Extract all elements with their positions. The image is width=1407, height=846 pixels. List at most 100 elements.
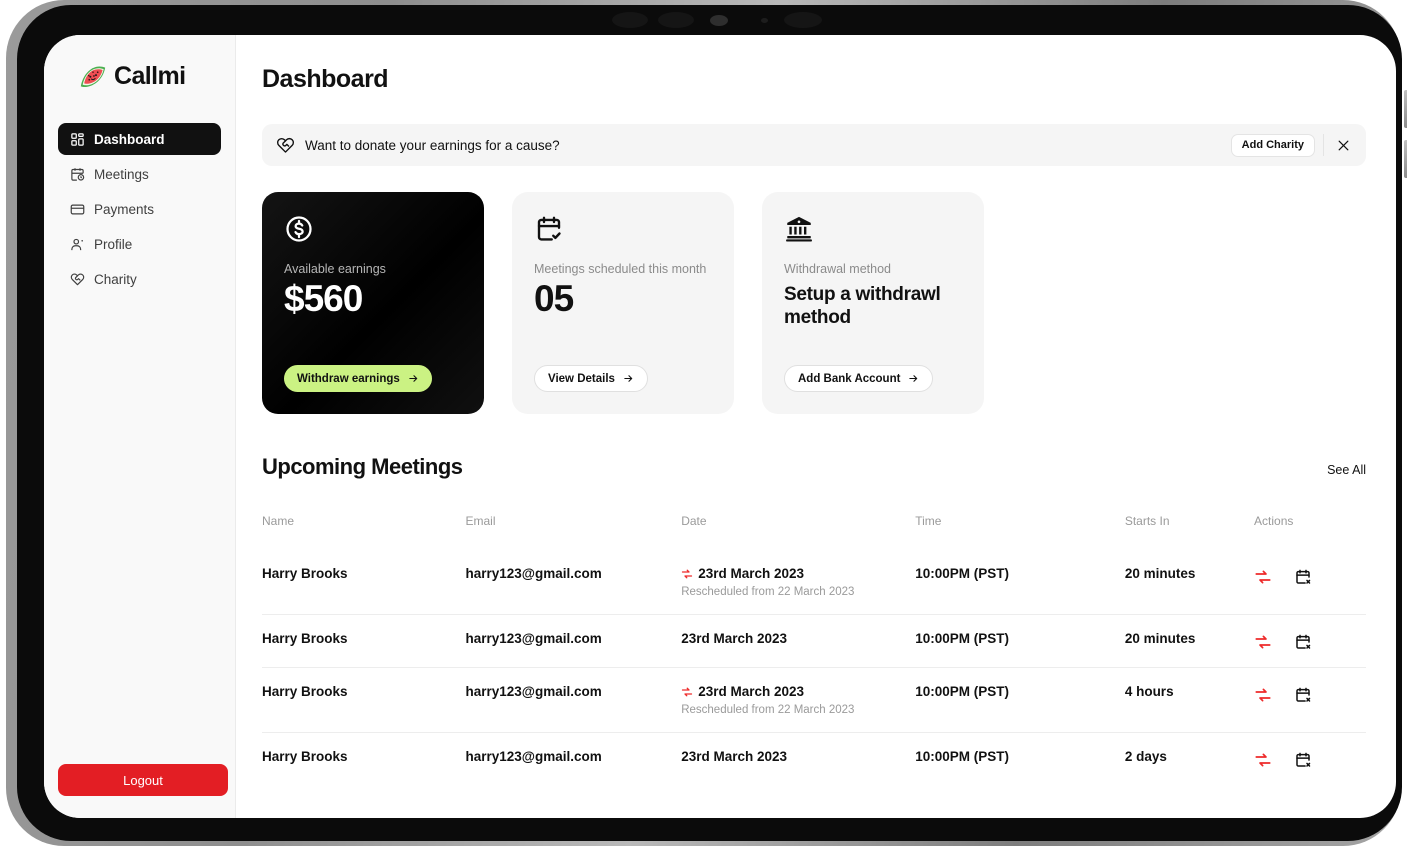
- tablet-device-frame: Callmi Dashboard Meetings Payments Profi…: [6, 0, 1407, 846]
- cell-time: 10:00PM (PST): [915, 667, 1125, 733]
- calendar-clock-icon: [69, 166, 85, 182]
- column-header-time: Time: [915, 514, 942, 528]
- upcoming-meetings-table: Name Email Date Time Starts In Actions H…: [262, 514, 1366, 785]
- reschedule-icon[interactable]: [1254, 568, 1272, 586]
- date-value: 23rd March 2023: [681, 631, 788, 646]
- column-header-email: Email: [465, 514, 496, 528]
- cell-starts-in: 4 hours: [1124, 667, 1255, 733]
- button-label: View Details: [548, 372, 615, 385]
- sidebar-nav: Dashboard Meetings Payments Profile Char…: [58, 123, 221, 295]
- divider: [1323, 134, 1324, 156]
- cell-actions: [1254, 550, 1366, 615]
- cell-actions: [1254, 733, 1366, 786]
- watermelon-slice-icon: [78, 61, 108, 91]
- brand-logo-group[interactable]: Callmi: [58, 35, 221, 91]
- add-bank-account-button[interactable]: Add Bank Account: [784, 365, 934, 392]
- cell-name: Harry Brooks: [262, 614, 466, 668]
- row-actions: [1254, 566, 1366, 586]
- cancel-meeting-icon[interactable]: [1294, 633, 1312, 651]
- card-label: Available earnings: [284, 262, 386, 276]
- cell-time: 10:00PM (PST): [915, 749, 1009, 764]
- column-header-date: Date: [681, 514, 707, 528]
- sidebar-item-payments[interactable]: Payments: [58, 193, 221, 225]
- dollar-coin-icon: [284, 214, 314, 244]
- tablet-screen: Callmi Dashboard Meetings Payments Profi…: [44, 35, 1396, 818]
- button-label: Withdraw earnings: [297, 372, 400, 385]
- camera-sensor-icon: [612, 12, 648, 28]
- reschedule-note: Rescheduled from 22 March 2023: [681, 586, 855, 598]
- table-row[interactable]: Harry Brooks harry123@gmail.com 23rd Mar…: [262, 614, 1366, 668]
- heart-handshake-icon: [276, 136, 295, 155]
- row-actions: [1254, 631, 1366, 651]
- reschedule-icon: [681, 568, 693, 580]
- table-row[interactable]: Harry Brooks harry123@gmail.com 23rd Mar…: [262, 667, 1366, 733]
- light-sensor-icon: [761, 18, 768, 23]
- button-label: Add Bank Account: [798, 372, 901, 385]
- cell-email: harry123@gmail.com: [465, 667, 682, 733]
- column-header-starts-in: Starts In: [1124, 514, 1170, 528]
- cancel-meeting-icon[interactable]: [1294, 686, 1312, 704]
- sidebar-item-label: Dashboard: [94, 131, 165, 147]
- cell-date: 23rd March 2023: [681, 733, 915, 786]
- see-all-link[interactable]: See All: [1327, 463, 1366, 480]
- cell-actions: [1254, 667, 1366, 733]
- cancel-meeting-icon[interactable]: [1294, 568, 1312, 586]
- credit-card-icon: [69, 201, 85, 217]
- heart-handshake-icon: [69, 271, 85, 287]
- sidebar-item-profile[interactable]: Profile: [58, 228, 221, 260]
- brand-name: Callmi: [114, 61, 186, 90]
- cell-time: 10:00PM (PST): [915, 614, 1125, 668]
- date-value-group: 23rd March 2023: [681, 566, 891, 581]
- calendar-check-icon: [534, 214, 564, 244]
- add-charity-button[interactable]: Add Charity: [1230, 133, 1315, 157]
- camera-sensor-icon: [658, 12, 694, 28]
- grid-icon: [69, 131, 85, 147]
- sidebar-item-charity[interactable]: Charity: [58, 263, 221, 295]
- row-actions: [1254, 684, 1366, 704]
- card-label: Meetings scheduled this month: [534, 262, 707, 276]
- sidebar-item-label: Meetings: [94, 166, 149, 182]
- date-value-group: 23rd March 2023: [681, 749, 891, 764]
- sidebar-item-label: Charity: [94, 271, 137, 287]
- withdraw-earnings-button[interactable]: Withdraw earnings: [284, 365, 432, 392]
- sidebar-item-dashboard[interactable]: Dashboard: [58, 123, 221, 155]
- camera-sensor-icon: [784, 12, 822, 28]
- cell-actions: [1254, 614, 1366, 668]
- close-icon[interactable]: [1330, 132, 1356, 158]
- meetings-header: Upcoming Meetings See All: [262, 454, 1366, 480]
- reschedule-icon[interactable]: [1254, 751, 1272, 769]
- cell-name: Harry Brooks: [262, 667, 466, 733]
- date-value-group: 23rd March 2023: [681, 684, 891, 699]
- reschedule-icon: [681, 686, 693, 698]
- available-earnings-card: Available earnings $560 Withdraw earning…: [262, 192, 484, 414]
- reschedule-icon[interactable]: [1254, 686, 1272, 704]
- column-header-name: Name: [262, 514, 295, 528]
- arrow-right-icon: [409, 375, 418, 382]
- arrow-right-icon: [909, 375, 918, 382]
- cell-date: 23rd March 2023: [681, 614, 916, 668]
- card-label: Withdrawal method: [784, 262, 891, 276]
- view-details-button[interactable]: View Details: [534, 365, 648, 392]
- table-row[interactable]: Harry Brooks harry123@gmail.com 23rd Mar…: [262, 733, 1366, 786]
- cell-email: harry123@gmail.com: [465, 749, 602, 764]
- cancel-meeting-icon[interactable]: [1294, 751, 1312, 769]
- date-value: 23rd March 2023: [698, 566, 805, 581]
- main-content: Dashboard Want to donate your earnings f…: [236, 35, 1396, 818]
- card-value: $560: [284, 278, 363, 319]
- arrow-right-icon: [624, 375, 633, 382]
- table-header: Name Email Date Time Starts In Actions: [262, 514, 1366, 550]
- table-row[interactable]: Harry Brooks harry123@gmail.com 23rd Mar…: [262, 550, 1366, 615]
- sidebar-item-meetings[interactable]: Meetings: [58, 158, 221, 190]
- card-value: Setup a withdrawl method: [784, 284, 941, 329]
- sidebar-item-label: Profile: [94, 236, 133, 252]
- logout-button[interactable]: Logout: [58, 764, 228, 796]
- withdrawal-method-card: Withdrawal method Setup a withdrawl meth…: [762, 192, 984, 414]
- bank-icon: [784, 214, 814, 244]
- cell-date: 23rd March 2023 Rescheduled from 22 Marc…: [681, 550, 916, 615]
- page-title: Dashboard: [262, 65, 389, 93]
- cell-time: 10:00PM (PST): [915, 550, 1125, 615]
- reschedule-icon[interactable]: [1254, 633, 1272, 651]
- column-header-actions: Actions: [1254, 514, 1294, 528]
- meetings-scheduled-card: Meetings scheduled this month 05 View De…: [512, 192, 734, 414]
